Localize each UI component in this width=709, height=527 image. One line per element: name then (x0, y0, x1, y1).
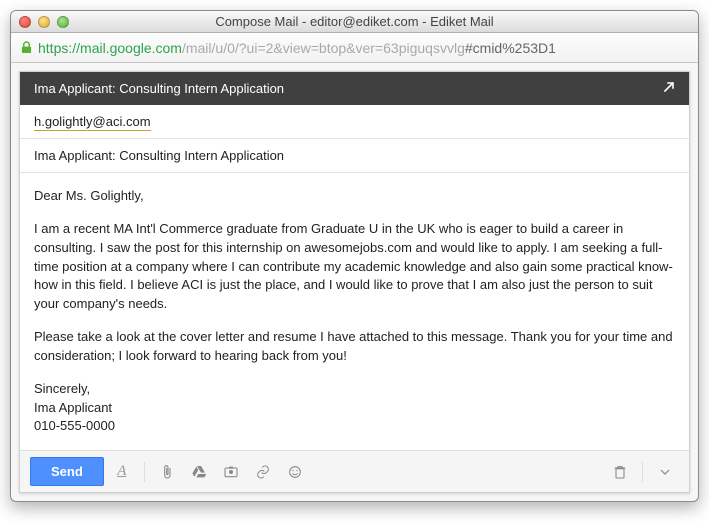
window-title: Compose Mail - editor@ediket.com - Edike… (19, 14, 690, 29)
minimize-window-button[interactable] (38, 16, 50, 28)
url-host: ://mail.google.com (68, 40, 182, 56)
body-salutation: Dear Ms. Golightly, (34, 187, 675, 206)
attach-file-button[interactable] (153, 458, 181, 486)
discard-draft-button[interactable] (606, 458, 634, 486)
subject-text: Ima Applicant: Consulting Intern Applica… (34, 148, 284, 163)
url-fragment: #cmid%253D1 (465, 40, 556, 56)
more-options-button[interactable] (651, 458, 679, 486)
send-button[interactable]: Send (30, 457, 104, 486)
url-path: /mail/u/0/?ui=2&view=btop&ver=63piguqsvv… (182, 40, 465, 56)
recipient-chip[interactable]: h.golightly@aci.com (34, 114, 151, 131)
body-paragraph-1: I am a recent MA Int'l Commerce graduate… (34, 220, 675, 314)
signature-name: Ima Applicant (34, 399, 675, 418)
url-bar[interactable]: https://mail.google.com/mail/u/0/?ui=2&v… (11, 33, 698, 63)
popout-icon[interactable] (663, 81, 675, 96)
compose-window: Ima Applicant: Consulting Intern Applica… (19, 71, 690, 493)
insert-drive-button[interactable] (185, 458, 213, 486)
lock-icon (21, 41, 32, 54)
close-window-button[interactable] (19, 16, 31, 28)
compose-toolbar: Send A (20, 450, 689, 492)
toolbar-divider (144, 462, 145, 482)
titlebar: Compose Mail - editor@ediket.com - Edike… (11, 11, 698, 33)
insert-emoji-button[interactable] (281, 458, 309, 486)
message-body[interactable]: Dear Ms. Golightly, I am a recent MA Int… (20, 173, 689, 450)
insert-photo-button[interactable] (217, 458, 245, 486)
toolbar-divider (642, 462, 643, 482)
to-field[interactable]: h.golightly@aci.com (20, 105, 689, 139)
formatting-button[interactable]: A (108, 458, 136, 486)
closing: Sincerely, (34, 380, 675, 399)
signature: Sincerely, Ima Applicant 010-555-0000 (34, 380, 675, 437)
insert-link-button[interactable] (249, 458, 277, 486)
browser-window: Compose Mail - editor@ediket.com - Edike… (10, 10, 699, 502)
traffic-lights (19, 16, 69, 28)
maximize-window-button[interactable] (57, 16, 69, 28)
url-scheme: https (38, 40, 68, 56)
compose-header-title: Ima Applicant: Consulting Intern Applica… (34, 81, 284, 96)
compose-header[interactable]: Ima Applicant: Consulting Intern Applica… (20, 72, 689, 105)
signature-phone: 010-555-0000 (34, 417, 675, 436)
subject-field[interactable]: Ima Applicant: Consulting Intern Applica… (20, 139, 689, 173)
body-paragraph-2: Please take a look at the cover letter a… (34, 328, 675, 366)
